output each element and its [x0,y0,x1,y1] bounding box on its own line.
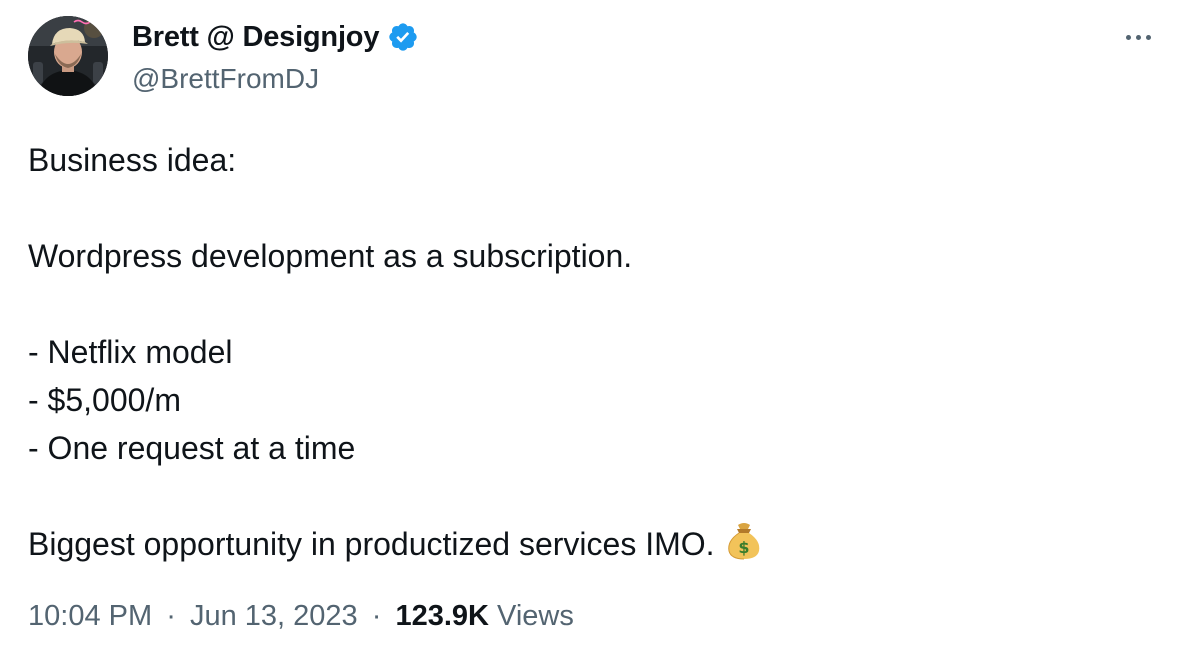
more-options-icon[interactable] [1118,22,1158,52]
tweet-date[interactable]: Jun 13, 2023 [190,600,358,632]
tweet-line: Wordpress development as a subscription. [28,238,633,274]
meta-separator: · [166,600,176,632]
svg-text:$: $ [738,538,749,557]
avatar[interactable] [28,16,108,96]
tweet-text: Business idea: Wordpress development as … [28,136,1148,568]
tweet-time[interactable]: 10:04 PM [28,600,152,632]
tweet-card: Brett @ Designjoy @BrettFromDJ Business … [0,0,1178,652]
avatar-image [28,16,108,96]
bullet-item: - One request at a time [28,430,356,466]
name-row: Brett @ Designjoy [132,18,419,56]
meta-separator: · [371,600,382,632]
views-label: Views [497,600,574,632]
display-name[interactable]: Brett @ Designjoy [132,21,379,54]
verified-badge-icon[interactable] [387,21,419,53]
tweet-line: Business idea: [28,142,237,178]
handle[interactable]: @BrettFromDJ [132,62,419,96]
bullet-item: - $5,000/m [28,382,181,418]
money-bag-icon: $ [725,521,763,574]
closing-text: Biggest opportunity in productized servi… [28,526,715,562]
bullet-item: - Netflix model [28,334,233,370]
tweet-meta: 10:04 PM · Jun 13, 2023 · 123.9K Views [28,596,574,636]
tweet-line: Biggest opportunity in productized servi… [28,520,1148,568]
views-count: 123.9K [395,600,489,632]
author-block: Brett @ Designjoy @BrettFromDJ [132,18,419,96]
